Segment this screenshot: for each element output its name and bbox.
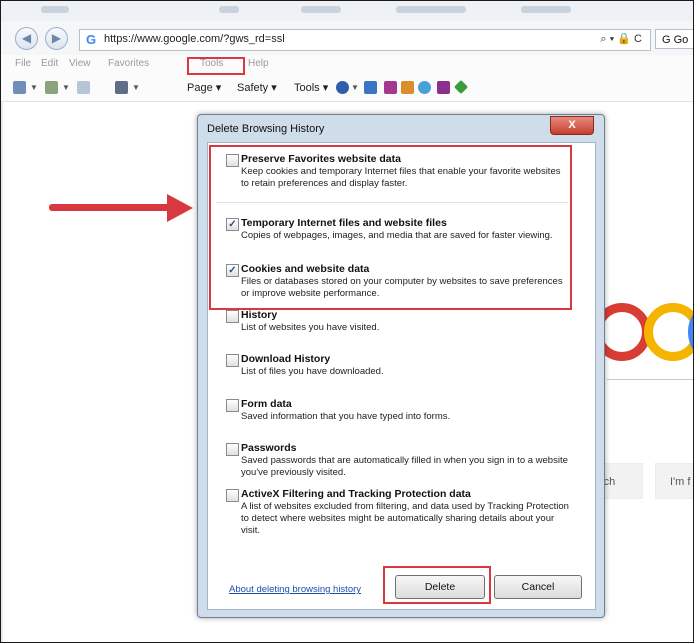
about-deleting-history-link[interactable]: About deleting browsing history [229,584,361,595]
form-data-checkbox[interactable] [226,399,239,412]
annotation-arrow-head [167,194,193,222]
option-title: Passwords [241,442,297,454]
option-title: Form data [241,398,292,410]
onenote-clip-icon[interactable] [437,81,450,94]
close-button[interactable]: X [550,116,594,135]
browser-window: ◀ ▶ G https://www.google.com/?gws_rd=ssl… [0,0,694,643]
green-diamond-icon[interactable] [453,79,469,95]
back-button[interactable]: ◀ [15,27,38,50]
google-logo-o-yellow [644,303,693,361]
option-description: A list of websites excluded from filteri… [241,501,569,536]
history-checkbox[interactable] [226,310,239,323]
dropdown-arrow-icon[interactable]: ▼ [30,83,38,92]
home-icon[interactable] [13,81,26,94]
url-text: https://www.google.com/?gws_rd=ssl [104,33,285,45]
tools-menu-button[interactable]: Tools ▾ [294,81,328,94]
address-row: ◀ ▶ G https://www.google.com/?gws_rd=ssl… [1,21,693,55]
dropdown-arrow-icon[interactable]: ▼ [132,83,140,92]
option-description: List of files you have downloaded. [241,366,384,377]
option-description: Saved passwords that are automatically f… [241,455,568,478]
safety-menu-button[interactable]: Safety ▾ [237,81,277,94]
activex-checkbox[interactable] [226,489,239,502]
google-favicon-icon: G [86,32,97,47]
page-edge [1,101,3,642]
address-bar[interactable]: G https://www.google.com/?gws_rd=ssl ⌕ ▾… [79,29,651,51]
menu-view[interactable]: View [69,58,91,69]
menu-favorites[interactable]: Favorites [108,58,149,69]
menu-edit[interactable]: Edit [41,58,58,69]
tab-strip [1,1,693,21]
skype-icon[interactable] [418,81,431,94]
passwords-checkbox[interactable] [226,443,239,456]
feeds-icon[interactable] [45,81,58,94]
annotation-arrow-shaft [49,204,177,211]
page-menu-button[interactable]: Page ▾ [187,81,221,94]
research-icon[interactable] [364,81,377,94]
menu-help[interactable]: Help [248,58,269,69]
onenote-icon[interactable] [384,81,397,94]
forward-button[interactable]: ▶ [45,27,68,50]
menu-bar: File Edit View Favorites Tools Help [1,55,693,75]
cancel-button[interactable]: Cancel [494,575,582,599]
option-description: Saved information that you have typed in… [241,411,451,422]
addon-icon[interactable] [401,81,414,94]
mail-icon[interactable] [77,81,90,94]
dropdown-arrow-icon[interactable]: ▼ [351,83,359,92]
help-icon[interactable] [336,81,349,94]
checkbox-highlight-box [209,145,572,310]
tab-google[interactable]: G Go [655,29,693,49]
dialog-title: Delete Browsing History [207,123,325,135]
delete-highlight-box [383,566,491,604]
option-title: History [241,309,278,321]
tools-highlight-box [187,57,245,75]
search-box-line [607,379,693,380]
menu-file[interactable]: File [15,58,31,69]
option-title: Download History [241,353,331,365]
option-title: ActiveX Filtering and Tracking Protectio… [241,488,471,500]
option-description: List of websites you have visited. [241,322,380,333]
feeling-lucky-button[interactable]: I'm f [655,463,693,499]
dropdown-arrow-icon[interactable]: ▼ [62,83,70,92]
print-icon[interactable] [115,81,128,94]
command-bar: ▼ ▼ ▼ Page ▾ Safety ▾ Tools ▾ ▼ [1,75,693,102]
address-controls[interactable]: ⌕ ▾ 🔒 C [600,32,642,46]
download-history-checkbox[interactable] [226,354,239,367]
